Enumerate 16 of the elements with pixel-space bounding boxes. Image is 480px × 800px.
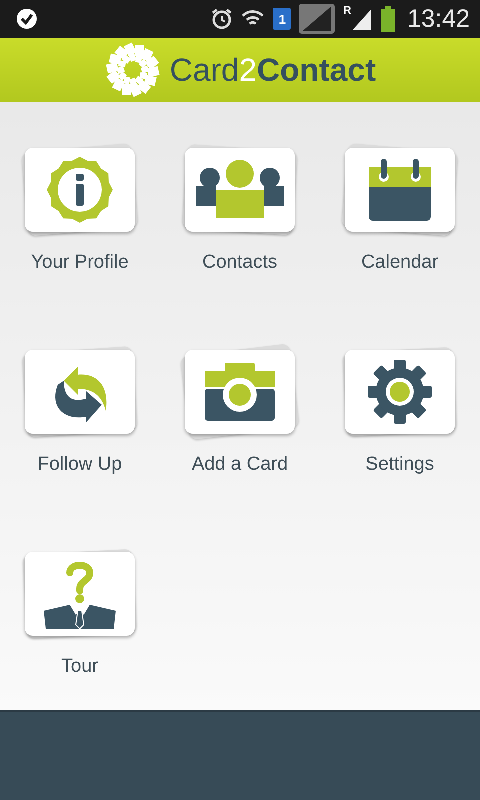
- signal-icon: [351, 8, 374, 30]
- gear-icon: [367, 359, 433, 425]
- roaming-indicator: R: [343, 5, 352, 17]
- flower-logo-icon: [104, 41, 162, 99]
- signal-icon: [299, 4, 336, 34]
- app-logo-text: Card2Contact: [170, 52, 376, 88]
- clock-time: 13:42: [407, 4, 470, 34]
- badge-info-icon: [47, 157, 113, 223]
- camera-icon: [203, 361, 277, 423]
- alarm-icon: [211, 8, 234, 30]
- people-icon: [194, 160, 286, 220]
- check-bubble-icon: [16, 8, 38, 30]
- battery-icon: [381, 6, 396, 32]
- mystery-person-icon: [42, 559, 118, 629]
- sim-badge: 1: [273, 8, 292, 30]
- calendar-icon: [367, 157, 433, 223]
